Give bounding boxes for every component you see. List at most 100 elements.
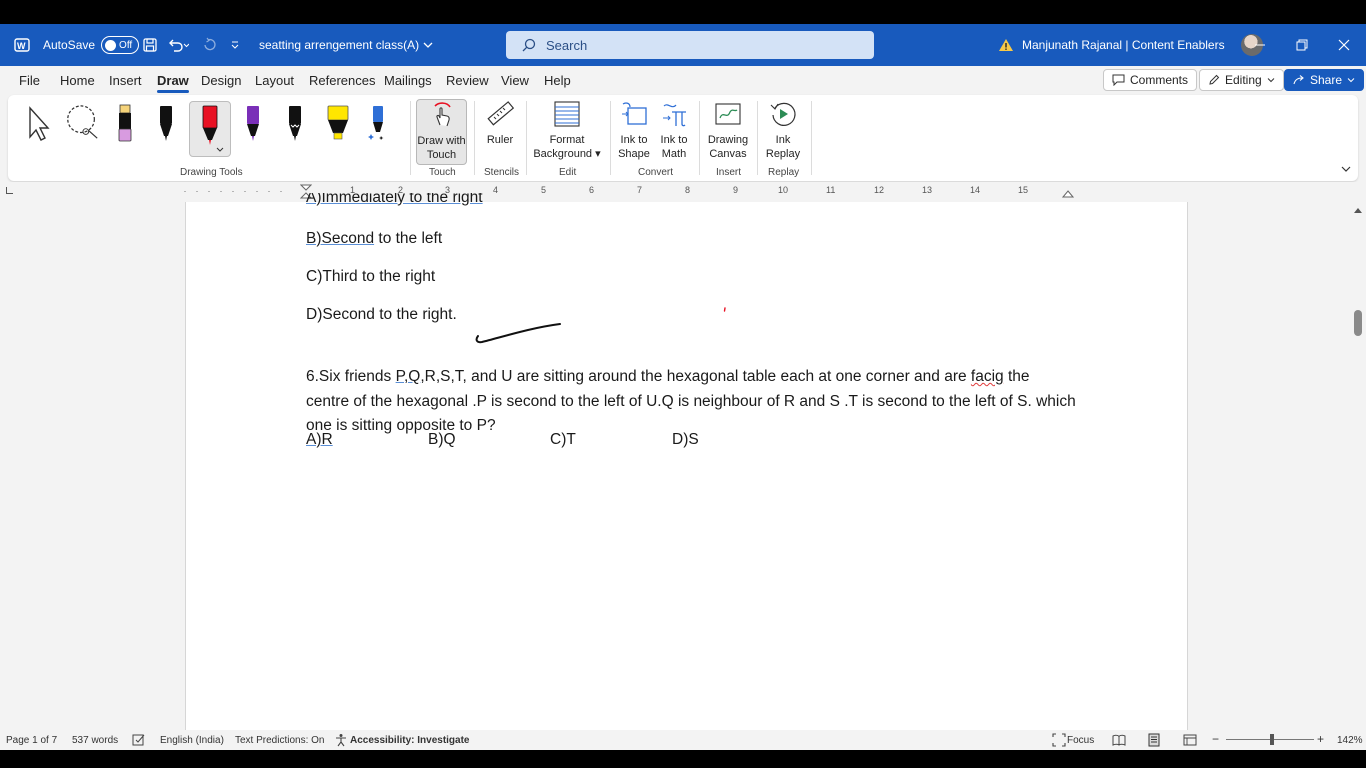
ink-math-label-2: Math bbox=[661, 148, 687, 160]
tab-review[interactable]: Review bbox=[446, 73, 489, 88]
search-box[interactable]: Search bbox=[506, 31, 874, 59]
editing-mode-button[interactable]: Editing bbox=[1199, 69, 1284, 91]
ink-stroke-red[interactable] bbox=[722, 306, 728, 314]
pencil-tool-pink[interactable] bbox=[106, 101, 144, 159]
language[interactable]: English (India) bbox=[160, 735, 224, 746]
title-bar: W AutoSave Off seatting arrengement clas… bbox=[0, 24, 1366, 66]
share-icon bbox=[1293, 75, 1304, 85]
touch-icon bbox=[427, 100, 457, 130]
zoom-in-button[interactable]: + bbox=[1317, 732, 1324, 746]
tab-insert[interactable]: Insert bbox=[109, 73, 142, 88]
user-name: Manjunath Rajanal | Content Enablers bbox=[1022, 38, 1225, 52]
right-indent-marker[interactable] bbox=[1062, 190, 1074, 198]
pen-icon bbox=[160, 106, 172, 141]
ruler-number: 12 bbox=[874, 185, 885, 195]
draw-touch-label-2: Touch bbox=[426, 149, 457, 161]
document-page[interactable]: A)Immediately to the right B)Second to t… bbox=[185, 193, 1188, 750]
tab-stop-selector[interactable] bbox=[6, 187, 13, 194]
pen-tool-purple[interactable] bbox=[234, 101, 272, 159]
word-icon[interactable]: W bbox=[14, 24, 30, 66]
ink-replay-button[interactable]: Ink Replay bbox=[763, 99, 803, 165]
ink-to-shape-button[interactable]: Ink to Shape bbox=[616, 99, 652, 165]
tab-view[interactable]: View bbox=[501, 73, 529, 88]
group-label-edit: Edit bbox=[559, 167, 577, 178]
zoom-slider-thumb[interactable] bbox=[1270, 734, 1274, 745]
share-label: Share bbox=[1310, 73, 1343, 87]
document-title[interactable]: seatting arrengement class(A) bbox=[259, 24, 433, 66]
drawing-canvas-button[interactable]: Drawing Canvas bbox=[705, 99, 751, 165]
tab-references[interactable]: References bbox=[309, 73, 375, 88]
tab-home[interactable]: Home bbox=[60, 73, 95, 88]
chevron-down-icon bbox=[423, 42, 433, 48]
pen-icon bbox=[247, 106, 259, 141]
ink-stroke-black[interactable] bbox=[474, 318, 564, 348]
focus-icon bbox=[1052, 733, 1066, 747]
quick-access-menu-icon[interactable] bbox=[230, 24, 240, 66]
zoom-level[interactable]: 142% bbox=[1337, 735, 1363, 746]
tab-file[interactable]: File bbox=[19, 73, 40, 88]
group-label-touch: Touch bbox=[429, 167, 456, 178]
group-separator bbox=[526, 101, 527, 175]
tab-design[interactable]: Design bbox=[201, 73, 241, 88]
search-icon bbox=[522, 38, 536, 52]
text-predictions[interactable]: Text Predictions: On bbox=[235, 735, 324, 746]
print-layout-icon[interactable] bbox=[1147, 733, 1161, 747]
pen-icon bbox=[202, 105, 224, 152]
option-a: A)R bbox=[306, 431, 333, 448]
autosave-control[interactable]: AutoSave Off bbox=[43, 24, 140, 66]
pen-tool-black[interactable] bbox=[147, 101, 185, 159]
comment-icon bbox=[1112, 74, 1125, 86]
accessibility-status[interactable]: Accessibility: Investigate bbox=[350, 735, 470, 746]
restore-icon[interactable] bbox=[1282, 24, 1322, 66]
pen-tool-glitter-blue[interactable] bbox=[359, 101, 397, 159]
ribbon-tabs: File Home Insert Draw Design Layout Refe… bbox=[0, 66, 1366, 94]
web-layout-icon[interactable] bbox=[1183, 733, 1197, 747]
collapse-ribbon-icon[interactable] bbox=[1340, 161, 1352, 179]
tab-draw[interactable]: Draw bbox=[157, 73, 189, 93]
q6-misspelled-word[interactable]: facig bbox=[971, 368, 1004, 385]
pen-tool-galaxy[interactable] bbox=[276, 101, 314, 159]
comments-button[interactable]: Comments bbox=[1103, 69, 1198, 91]
draw-with-touch-button[interactable]: Draw with Touch bbox=[416, 99, 467, 165]
select-tool[interactable] bbox=[19, 101, 57, 159]
lasso-select-tool[interactable] bbox=[63, 101, 101, 159]
share-button[interactable]: Share bbox=[1284, 69, 1365, 91]
answer-b-prefix: B)Second bbox=[306, 230, 375, 247]
word-window: W AutoSave Off seatting arrengement clas… bbox=[0, 24, 1366, 750]
close-icon[interactable] bbox=[1324, 24, 1364, 66]
tab-help[interactable]: Help bbox=[544, 73, 571, 88]
save-icon[interactable] bbox=[142, 24, 158, 66]
tab-mailings[interactable]: Mailings bbox=[384, 73, 432, 88]
format-background-button[interactable]: Format Background ▾ bbox=[532, 99, 602, 165]
comments-label: Comments bbox=[1130, 73, 1189, 87]
pen-icon bbox=[368, 106, 384, 140]
highlighter-tool-yellow[interactable] bbox=[319, 101, 357, 159]
drawing-canvas-icon bbox=[713, 99, 743, 129]
ruler-button[interactable]: Ruler bbox=[482, 99, 518, 165]
pen-tool-red-selected[interactable] bbox=[189, 101, 231, 157]
option-c: C)T bbox=[550, 431, 576, 448]
account-area[interactable]: Manjunath Rajanal | Content Enablers bbox=[998, 24, 1263, 66]
scrollbar-thumb[interactable] bbox=[1354, 310, 1362, 336]
focus-mode-button[interactable]: Focus bbox=[1067, 735, 1094, 746]
redo-icon[interactable] bbox=[202, 24, 218, 66]
tab-layout[interactable]: Layout bbox=[255, 73, 294, 88]
format-bg-label-1: Format bbox=[549, 134, 585, 146]
vertical-scrollbar[interactable] bbox=[1350, 202, 1366, 750]
undo-icon[interactable] bbox=[167, 24, 189, 66]
proofing-icon[interactable] bbox=[132, 733, 146, 747]
option-b: B)Q bbox=[428, 431, 456, 448]
horizontal-ruler[interactable]: 1 2 3 4 5 6 7 8 9 10 11 12 13 14 15 bbox=[0, 182, 1366, 200]
minimize-icon[interactable] bbox=[1240, 24, 1280, 66]
zoom-out-button[interactable]: − bbox=[1212, 732, 1219, 746]
page-count[interactable]: Page 1 of 7 bbox=[6, 735, 57, 746]
scroll-up-icon[interactable] bbox=[1353, 206, 1363, 214]
ink-to-math-button[interactable]: Ink to Math bbox=[656, 99, 692, 165]
ruler-number: 4 bbox=[493, 185, 499, 195]
read-mode-icon[interactable] bbox=[1112, 733, 1126, 747]
ruler-number: 11 bbox=[826, 185, 836, 195]
ink-to-shape-icon bbox=[619, 99, 649, 129]
word-count[interactable]: 537 words bbox=[72, 735, 118, 746]
ruler-number: 15 bbox=[1018, 185, 1029, 195]
autosave-toggle[interactable]: Off bbox=[101, 36, 140, 54]
